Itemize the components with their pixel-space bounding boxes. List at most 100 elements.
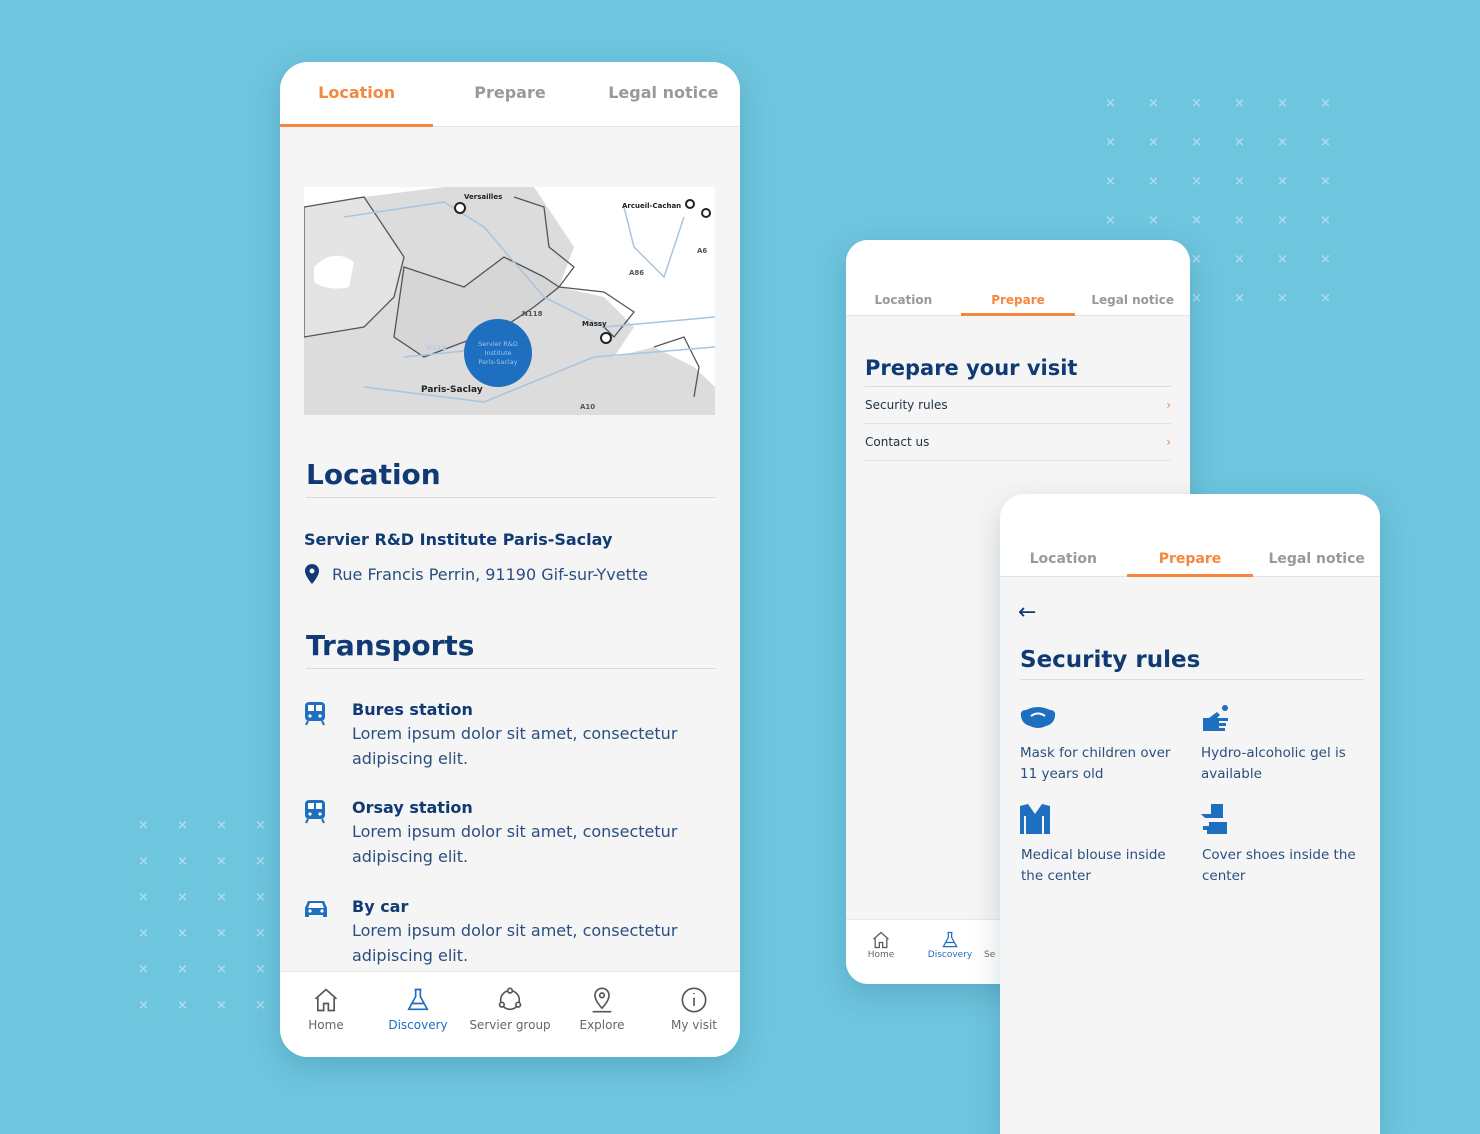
map-label: Versailles: [464, 193, 502, 201]
transport-title: By car: [352, 897, 409, 916]
nav-servier-group[interactable]: Servier group: [464, 986, 556, 1057]
nav-label: Home: [308, 1018, 344, 1032]
contact-us-link[interactable]: Contact us ›: [865, 424, 1171, 461]
train-icon: [304, 702, 326, 730]
cross-mark: ×: [177, 818, 188, 833]
nav-my-visit[interactable]: My visit: [648, 986, 740, 1057]
network-icon: [498, 987, 522, 1011]
map-label: N118: [522, 310, 543, 318]
rule-blouse: Medical blouse inside the center: [1021, 847, 1166, 884]
tab-bar: Location Prepare Legal notice: [846, 240, 1190, 316]
shoe-cover-icon: [1201, 804, 1231, 838]
tab-prepare[interactable]: Prepare: [433, 62, 586, 126]
nav-explore[interactable]: Explore: [556, 986, 648, 1057]
cross-mark: ×: [1148, 135, 1159, 150]
tab-legal-notice[interactable]: Legal notice: [1075, 285, 1190, 315]
marker-line: Paris-Saclay: [478, 358, 517, 366]
cross-mark: ×: [1148, 213, 1159, 228]
cross-mark: ×: [177, 998, 188, 1013]
transport-description: Lorem ipsum dolor sit amet, consectetur …: [352, 921, 678, 965]
item-label: Security rules: [865, 398, 948, 412]
location-map[interactable]: Versailles Arcueil-Cachan A6 A86 N118 Ma…: [304, 187, 715, 415]
cross-mark: ×: [1277, 174, 1288, 189]
cross-mark: ×: [1277, 252, 1288, 267]
cross-mark: ×: [255, 854, 266, 869]
cross-mark: ×: [1277, 96, 1288, 111]
cross-mark: ×: [216, 962, 227, 977]
cross-mark: ×: [216, 998, 227, 1013]
location-title: Location: [306, 458, 716, 498]
cross-mark: ×: [138, 854, 149, 869]
cross-mark: ×: [1191, 252, 1202, 267]
nav-label: Home: [867, 950, 895, 960]
map-label: Massy: [582, 320, 607, 328]
cross-mark: ×: [216, 890, 227, 905]
cross-mark: ×: [255, 962, 266, 977]
cross-mark: ×: [1148, 96, 1159, 111]
nav-label: Servier group: [469, 1018, 551, 1032]
transport-title: Bures station: [352, 700, 473, 719]
nav-label: Explore: [579, 1018, 625, 1032]
item-label: Contact us: [865, 435, 930, 449]
address: Rue Francis Perrin, 91190 Gif-sur-Yvette: [304, 564, 648, 584]
transport-description: Lorem ipsum dolor sit amet, consectetur …: [352, 822, 678, 866]
map-label: Paris-Saclay: [421, 385, 483, 395]
cross-mark: ×: [138, 962, 149, 977]
transport-item: By car Lorem ipsum dolor sit amet, consec…: [304, 897, 716, 968]
tab-legal-notice[interactable]: Legal notice: [587, 62, 740, 126]
cross-mark: ×: [1191, 96, 1202, 111]
cross-mark: ×: [1320, 291, 1331, 306]
hand-gel-icon: [1201, 704, 1231, 738]
back-arrow-icon[interactable]: ←: [1018, 600, 1036, 625]
map-pin-icon: [305, 564, 319, 584]
map-label: Arcueil-Cachan: [622, 202, 681, 210]
cross-mark: ×: [216, 926, 227, 941]
cross-mark: ×: [1277, 291, 1288, 306]
cross-mark: ×: [1191, 291, 1202, 306]
cross-mark: ×: [177, 854, 188, 869]
nav-discovery[interactable]: Discovery: [916, 930, 984, 984]
cross-mark: ×: [1320, 252, 1331, 267]
nav-discovery[interactable]: Discovery: [372, 986, 464, 1057]
cross-mark: ×: [177, 926, 188, 941]
page-title: Security rules: [1020, 647, 1364, 680]
tab-location[interactable]: Location: [846, 285, 961, 315]
tab-legal-notice[interactable]: Legal notice: [1253, 542, 1380, 576]
location-screen: Location Prepare Legal notice Versailles…: [280, 62, 740, 1057]
cross-mark: ×: [255, 818, 266, 833]
cross-mark: ×: [1105, 174, 1116, 189]
page-title: Prepare your visit: [865, 356, 1171, 387]
cross-mark: ×: [1105, 96, 1116, 111]
cross-mark: ×: [1277, 135, 1288, 150]
transport-description: Lorem ipsum dolor sit amet, consectetur …: [352, 724, 678, 768]
transport-title: Orsay station: [352, 798, 473, 817]
tab-location[interactable]: Location: [280, 62, 434, 127]
tab-prepare[interactable]: Prepare: [1126, 542, 1254, 577]
tab-prepare[interactable]: Prepare: [960, 285, 1076, 316]
cross-mark: ×: [1277, 213, 1288, 228]
marker-line: Servier R&D: [478, 340, 518, 348]
cross-mark: ×: [1191, 135, 1202, 150]
cross-mark: ×: [138, 998, 149, 1013]
home-icon: [873, 931, 889, 949]
transport-item: Orsay station Lorem ipsum dolor sit amet,…: [304, 798, 716, 869]
nav-home[interactable]: Home: [280, 986, 372, 1057]
rule-mask: Mask for children over 11 years old: [1020, 745, 1171, 782]
car-icon: [304, 899, 328, 923]
mask-icon: [1020, 706, 1056, 734]
tab-location[interactable]: Location: [1000, 542, 1127, 576]
rule-shoes: Cover shoes inside the center: [1202, 847, 1356, 884]
security-rules-link[interactable]: Security rules ›: [865, 387, 1171, 424]
cross-mark: ×: [255, 926, 266, 941]
tab-bar: Location Prepare Legal notice: [1000, 494, 1380, 577]
map-label: A6: [697, 247, 707, 255]
institute-name: Servier R&D Institute Paris-Saclay: [304, 530, 613, 549]
map-label: A86: [629, 269, 644, 277]
marker-line: Institute: [485, 349, 512, 357]
cross-mark: ×: [1234, 252, 1245, 267]
chevron-right-icon: ›: [1166, 435, 1171, 449]
nav-home[interactable]: Home: [846, 930, 916, 984]
rule-gel: Hydro-alcoholic gel is available: [1201, 745, 1346, 782]
cross-mark: ×: [1234, 291, 1245, 306]
cross-mark: ×: [255, 890, 266, 905]
